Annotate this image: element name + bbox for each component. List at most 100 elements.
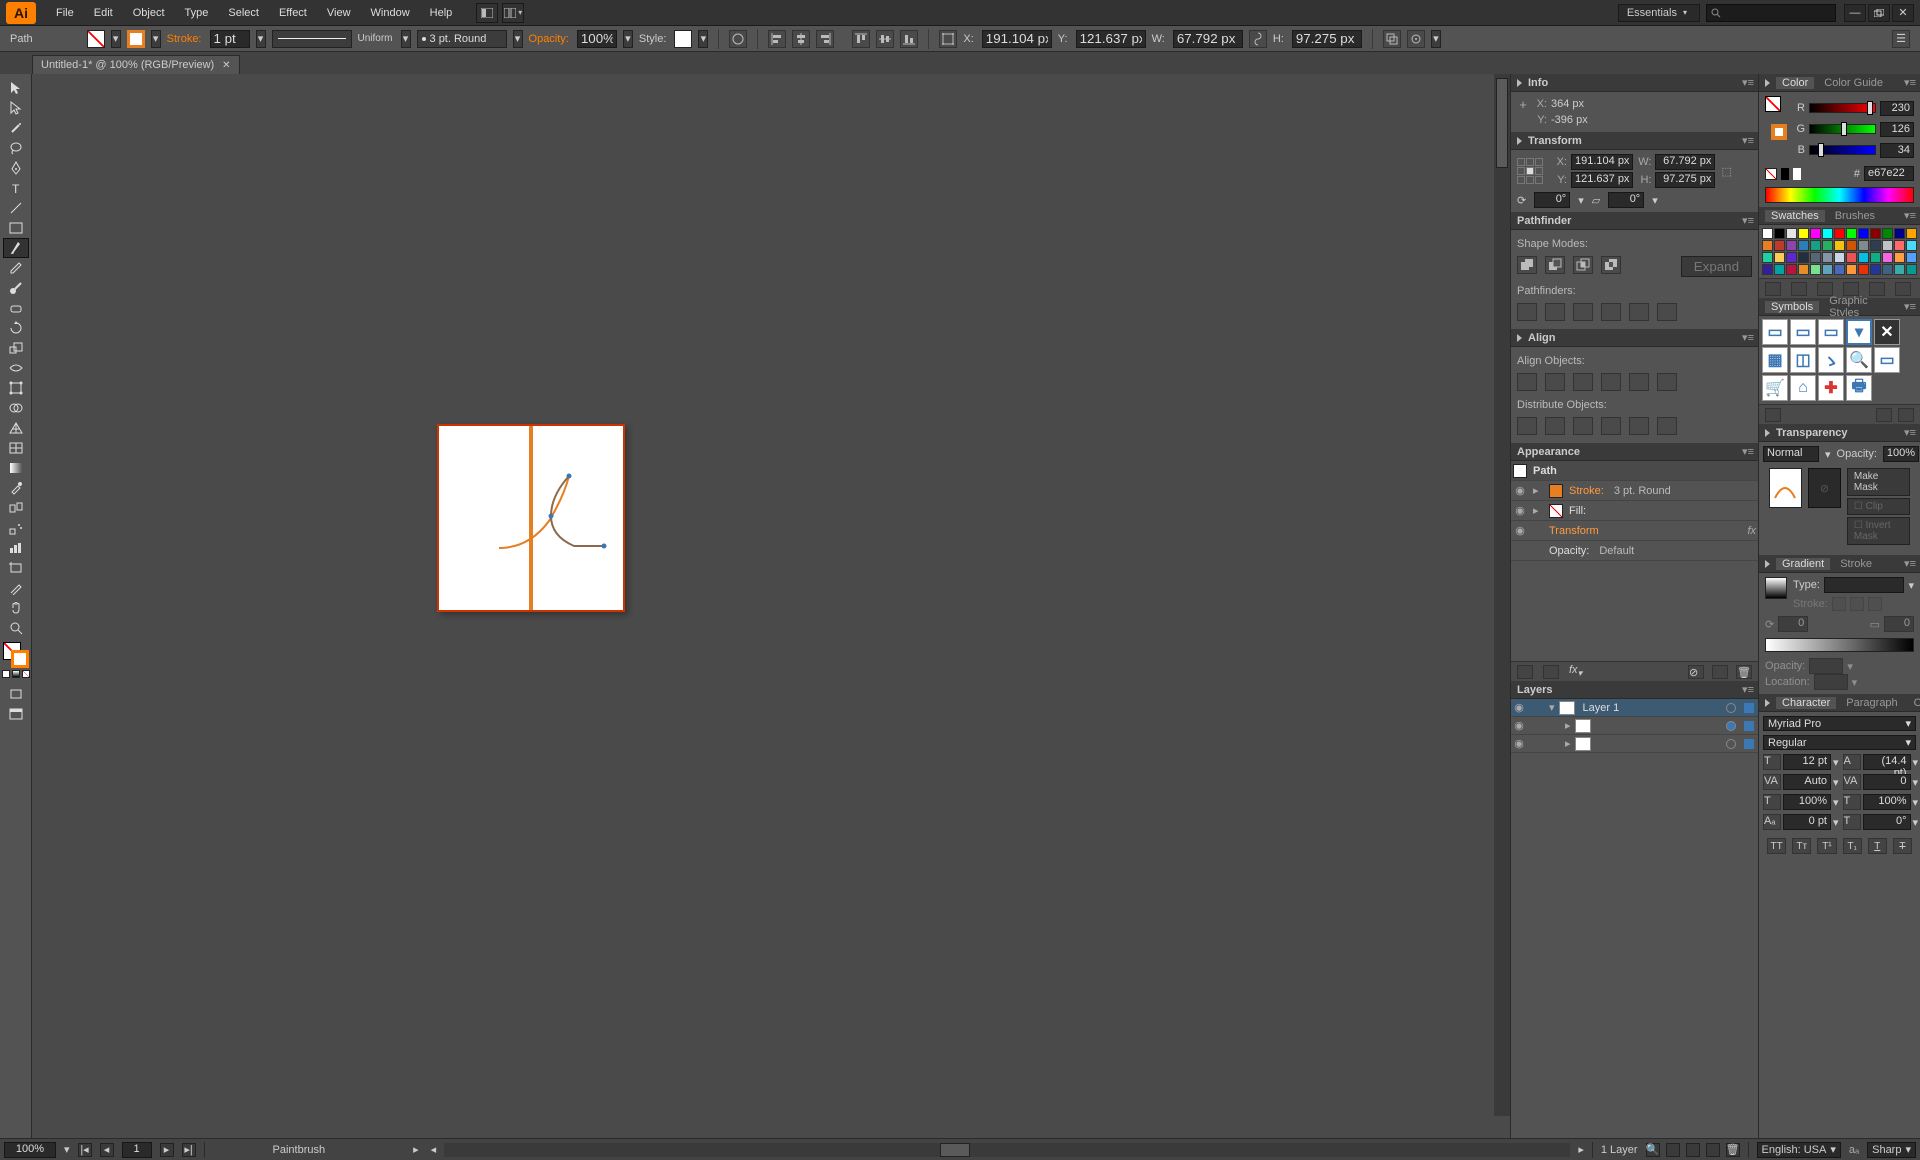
- stroke-label[interactable]: Stroke:: [167, 33, 202, 45]
- panel-menu-icon[interactable]: ▾≡: [1904, 426, 1916, 439]
- swatch[interactable]: [1810, 240, 1821, 251]
- swatches-grid[interactable]: [1759, 225, 1920, 278]
- hex-input[interactable]: e67e22: [1864, 166, 1914, 181]
- color-mode-icons[interactable]: [2, 670, 30, 678]
- appearance-row[interactable]: Opacity:Default: [1511, 541, 1758, 561]
- underline-icon[interactable]: T: [1868, 838, 1887, 854]
- swatch[interactable]: [1894, 228, 1905, 239]
- zoom-tool[interactable]: [3, 618, 29, 638]
- font-style-select[interactable]: Regular▾: [1763, 735, 1916, 750]
- dist-left-icon[interactable]: [1601, 417, 1621, 435]
- add-effect-icon[interactable]: fx▾: [1569, 664, 1582, 679]
- reference-point-selector[interactable]: [1517, 158, 1543, 184]
- align-panel-header[interactable]: Align ▾≡: [1511, 329, 1758, 347]
- subscript-icon[interactable]: T₁: [1843, 838, 1862, 854]
- menu-type[interactable]: Type: [175, 0, 219, 25]
- swatch[interactable]: [1870, 228, 1881, 239]
- perspective-grid-tool[interactable]: [3, 418, 29, 438]
- swatch[interactable]: [1834, 252, 1845, 263]
- rotate-input[interactable]: 0°: [1534, 192, 1570, 208]
- gradient-ramp[interactable]: [1765, 638, 1914, 652]
- menu-help[interactable]: Help: [420, 0, 463, 25]
- superscript-icon[interactable]: T¹: [1817, 838, 1836, 854]
- shape-builder-icon[interactable]: [1383, 30, 1401, 48]
- fill-swatch[interactable]: [87, 30, 105, 48]
- isolate-icon[interactable]: [1407, 30, 1425, 48]
- swatch[interactable]: [1906, 264, 1917, 275]
- scale-tool[interactable]: [3, 338, 29, 358]
- place-symbol-icon[interactable]: [1876, 408, 1892, 422]
- expand-button[interactable]: Expand: [1681, 256, 1752, 277]
- dist-top-icon[interactable]: [1517, 417, 1537, 435]
- swatch[interactable]: [1858, 240, 1869, 251]
- w-input[interactable]: [1173, 30, 1243, 48]
- swatch[interactable]: [1798, 228, 1809, 239]
- symbol-item[interactable]: ▭: [1790, 319, 1816, 345]
- swatch[interactable]: [1846, 252, 1857, 263]
- x-input[interactable]: [982, 30, 1052, 48]
- swatch[interactable]: [1894, 240, 1905, 251]
- layers-panel-header[interactable]: Layers ▾≡: [1511, 681, 1758, 699]
- transform-panel-header[interactable]: Transform ▾≡: [1511, 132, 1758, 150]
- magic-wand-tool[interactable]: [3, 118, 29, 138]
- symbol-item[interactable]: ⌂: [1790, 375, 1816, 401]
- gradient-type-dropdown[interactable]: ▾: [1908, 579, 1914, 592]
- panel-menu-icon[interactable]: ▾≡: [1904, 76, 1916, 89]
- swatch[interactable]: [1810, 252, 1821, 263]
- draw-mode-normal-icon[interactable]: [3, 684, 29, 704]
- dist-bottom-icon[interactable]: [1573, 417, 1593, 435]
- align-left-icon[interactable]: [768, 30, 786, 48]
- appearance-row[interactable]: ◉▸Stroke:3 pt. Round: [1511, 481, 1758, 501]
- white-swatch[interactable]: [1793, 168, 1801, 180]
- swatch[interactable]: [1774, 264, 1785, 275]
- r-value-input[interactable]: 230: [1880, 101, 1914, 116]
- menu-object[interactable]: Object: [123, 0, 175, 25]
- swatch[interactable]: [1822, 240, 1833, 251]
- unite-icon[interactable]: [1517, 256, 1537, 274]
- layer-row[interactable]: ◉▸: [1511, 717, 1758, 735]
- swatch[interactable]: [1762, 228, 1773, 239]
- kerning-input[interactable]: Auto: [1783, 774, 1831, 790]
- stroke-dropdown[interactable]: ▾: [151, 30, 161, 48]
- exclude-icon[interactable]: [1601, 256, 1621, 274]
- swatch[interactable]: [1834, 228, 1845, 239]
- layout-toggle-icon[interactable]: [476, 3, 498, 23]
- transform-h-input[interactable]: 97.275 px: [1655, 172, 1715, 188]
- make-mask-button[interactable]: Make Mask: [1847, 468, 1910, 496]
- symbol-item[interactable]: 🔍: [1846, 347, 1872, 373]
- b-value-input[interactable]: 34: [1880, 143, 1914, 158]
- column-graph-tool[interactable]: [3, 538, 29, 558]
- swatch[interactable]: [1762, 264, 1773, 275]
- symbol-item[interactable]: ▭: [1762, 319, 1788, 345]
- first-artboard-button[interactable]: |◂: [78, 1143, 92, 1157]
- color-proxy[interactable]: [1765, 96, 1787, 140]
- stroke-weight-input[interactable]: [210, 30, 250, 48]
- link-wh-icon[interactable]: [1249, 30, 1267, 48]
- swatch[interactable]: [1882, 240, 1893, 251]
- artboard-number-input[interactable]: 1: [122, 1142, 152, 1158]
- new-group-icon[interactable]: [1843, 282, 1859, 296]
- g-value-input[interactable]: 126: [1880, 122, 1914, 137]
- close-tab-icon[interactable]: ✕: [222, 60, 230, 71]
- style-dropdown[interactable]: ▾: [698, 30, 708, 48]
- menu-select[interactable]: Select: [218, 0, 269, 25]
- black-swatch[interactable]: [1781, 168, 1789, 180]
- swatch[interactable]: [1870, 252, 1881, 263]
- swatch[interactable]: [1894, 264, 1905, 275]
- swatch[interactable]: [1786, 252, 1797, 263]
- swatch[interactable]: [1786, 264, 1797, 275]
- panel-menu-icon[interactable]: ▾≡: [1742, 445, 1754, 458]
- fill-dropdown[interactable]: ▾: [111, 30, 121, 48]
- profile-dropdown[interactable]: ▾: [401, 30, 411, 48]
- symbol-item[interactable]: ▭: [1874, 347, 1900, 373]
- delete-swatch-icon[interactable]: [1895, 282, 1911, 296]
- panel-menu-icon[interactable]: ▾≡: [1742, 76, 1754, 89]
- symbols-grid[interactable]: ▭ ▭ ▭ ▾ ✕ ▦ ◫ ゝ 🔍 ▭ 🛒 ⌂ ✚ 🖶: [1759, 316, 1920, 404]
- h-scroll-right[interactable]: ▸: [1578, 1143, 1584, 1156]
- transparency-panel-header[interactable]: Transparency ▾≡: [1759, 424, 1920, 442]
- symbol-sprayer-tool[interactable]: [3, 518, 29, 538]
- hand-tool[interactable]: [3, 598, 29, 618]
- transform-w-input[interactable]: 67.792 px: [1655, 154, 1715, 170]
- transform-y-input[interactable]: 121.637 px: [1571, 172, 1633, 188]
- swatch[interactable]: [1786, 240, 1797, 251]
